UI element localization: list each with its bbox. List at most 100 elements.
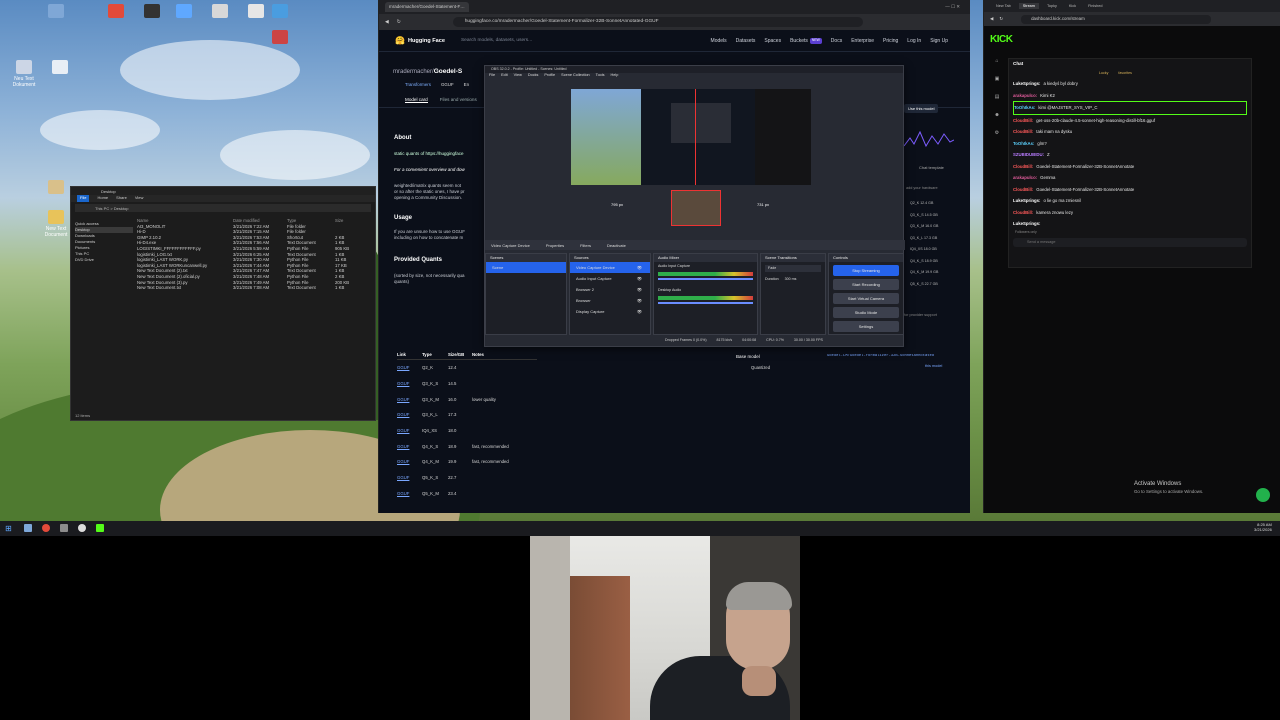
chat-username[interactable]: arakapulco: (1013, 93, 1037, 98)
chat-username[interactable]: LukeSprings: (1013, 221, 1040, 226)
chat-message[interactable]: CloudBill: Goedel-Statement-Formalizer-32… (1013, 184, 1247, 196)
chat-input[interactable]: Send a message (1013, 237, 1247, 247)
kick-logo[interactable]: KICK (990, 34, 1013, 45)
deactivate-button[interactable]: Deactivate (607, 243, 626, 248)
base-model-link[interactable]: Goedel-LM/Goedel-Formalizer-32B-SonnetAn… (827, 354, 955, 358)
tab-files[interactable]: Files and versions (440, 97, 477, 103)
home-icon[interactable]: ⌂ (995, 58, 998, 64)
stop-streaming-button[interactable]: Stop Streaming (833, 265, 899, 276)
explorer-titlebar[interactable]: Desktop (71, 187, 375, 195)
chat-username[interactable]: CloudBill: (1013, 118, 1033, 123)
volume-slider-2[interactable] (658, 302, 753, 304)
users-icon[interactable]: ☻ (994, 112, 999, 118)
browser-tab[interactable]: mradermacher/Goedel-Statement-Formalizer… (385, 2, 469, 12)
kick-help-button[interactable] (1256, 488, 1270, 502)
hardware-quant-item[interactable]: Q3_K_S 14.5 GB (910, 210, 960, 222)
chat-username[interactable]: ToOhIkAs: (1013, 141, 1034, 146)
chat-username[interactable]: CloudBill: (1013, 210, 1033, 215)
cell-link[interactable]: GGUF (397, 397, 422, 402)
obs-menu-item[interactable]: Help (611, 73, 619, 81)
menu-file[interactable]: File (77, 195, 90, 202)
hf-nav-item[interactable]: Enterprise (851, 38, 874, 44)
tag-gguf[interactable]: GGUF (441, 82, 454, 87)
address-bar[interactable]: This PC > Desktop (75, 204, 371, 212)
chat-message[interactable]: LukeSprings: o lie go ma zmiesnil (1013, 195, 1247, 207)
chat-icon[interactable]: ▣ (995, 76, 1000, 82)
source-item[interactable]: Video Capture Device 👁 (570, 262, 650, 273)
chat-username[interactable]: CloudBill: (1013, 187, 1033, 192)
reload-icon[interactable]: ↻ (999, 16, 1003, 22)
window-controls-icon[interactable]: — ☐ ✕ (945, 4, 960, 10)
duration-input[interactable]: 300 ms (785, 277, 797, 281)
start-icon[interactable]: ⊞ (5, 524, 12, 533)
settings-button[interactable]: Settings (833, 321, 899, 332)
kick-tab[interactable]: New Tab (992, 3, 1015, 9)
kick-url-bar[interactable]: dashboard.kick.com/stream (1021, 14, 1212, 24)
chat-username[interactable]: ToOhIkAs: (1014, 105, 1035, 110)
app-taskbar-icon[interactable] (60, 524, 68, 532)
hf-nav-item[interactable]: Spaces (764, 38, 781, 44)
chat-username[interactable]: arakapulco: (1013, 175, 1037, 180)
transition-select[interactable]: Fade (765, 265, 821, 272)
obs-menu-item[interactable]: Scene Collection (561, 73, 590, 81)
hardware-quant-item[interactable]: Q3_K_M 16.0 GB (910, 221, 960, 233)
source-item[interactable]: Browser 2 👁 (570, 284, 650, 295)
desktop-icon[interactable] (40, 60, 80, 76)
chat-message[interactable]: CloudBill: kamera znowu lezy (1013, 207, 1247, 219)
search-input[interactable]: Search models, datasets, users... (461, 38, 532, 43)
kick-tab[interactable]: Topky (1043, 3, 1061, 9)
source-item[interactable]: Browser 👁 (570, 295, 650, 306)
obs-menu-item[interactable]: View (514, 73, 522, 81)
hf-nav-item[interactable]: Sign Up (930, 38, 948, 44)
hardware-quant-item[interactable]: Q5_K_S 22.7 GB (910, 279, 960, 291)
visibility-icon[interactable]: 👁 (637, 276, 642, 281)
obs-taskbar-icon[interactable] (78, 524, 86, 532)
obs-menu-item[interactable]: File (489, 73, 495, 81)
cell-link[interactable]: GGUF (397, 381, 422, 386)
file-row[interactable]: New Text Document.txt 3/21/2026 7:08 AM Te… (71, 285, 375, 291)
source-item[interactable]: Audio Input Capture 👁 (570, 273, 650, 284)
hardware-quant-item[interactable]: Q3_K_L 17.3 GB (910, 233, 960, 245)
sidebar-item[interactable]: DVD Drive (75, 257, 133, 263)
webcam-source-preview[interactable] (671, 190, 721, 226)
hf-nav-item[interactable]: Datasets (736, 38, 756, 44)
visibility-icon[interactable]: 👁 (637, 298, 642, 303)
obs-menu-item[interactable]: Edit (501, 73, 508, 81)
chat-message[interactable]: LukeSprings: a kiedyś byl dobry (1013, 78, 1247, 90)
desktop-icon[interactable] (36, 4, 76, 20)
hf-nav-item[interactable]: Docs (831, 38, 842, 44)
about-text[interactable]: static quants of https://huggingface (394, 151, 489, 157)
hf-brand[interactable]: Hugging Face (408, 38, 445, 44)
taskbar-clock[interactable]: 8:25 AM 3/21/2026 (1254, 522, 1272, 532)
virtual-camera-button[interactable]: Start Virtual Camera (833, 293, 899, 304)
settings-icon[interactable]: ⚙ (995, 130, 999, 136)
kick-tab[interactable]: Finished (1084, 3, 1106, 9)
hf-nav-item[interactable]: Models (711, 38, 727, 44)
hardware-link[interactable]: add your hardware (906, 186, 938, 190)
tag-en[interactable]: En (464, 82, 469, 87)
brave-taskbar-icon[interactable] (42, 524, 50, 532)
obs-preview[interactable] (571, 89, 811, 185)
desktop-icon[interactable] (200, 4, 240, 20)
volume-slider-1[interactable] (658, 278, 753, 280)
chat-message[interactable]: LukeSprings: (1013, 218, 1247, 230)
back-icon[interactable]: ◀ (990, 16, 993, 22)
start-recording-button[interactable]: Start Recording (833, 279, 899, 290)
chat-message[interactable]: ToOhIkAs: glm? (1013, 138, 1247, 150)
pinned-user[interactable]: Lucky (1099, 71, 1108, 75)
kick-taskbar-icon[interactable] (96, 524, 104, 532)
hf-nav-item[interactable]: Pricing (883, 38, 898, 44)
cell-link[interactable]: GGUF (397, 428, 422, 433)
chat-username[interactable]: LukeSprings: (1013, 198, 1040, 203)
hf-logo-icon[interactable]: 🤗 (395, 36, 405, 45)
desktop-icon[interactable] (164, 4, 204, 20)
obs-menu-item[interactable]: Tools (596, 73, 605, 81)
desktop-icon[interactable] (96, 4, 136, 20)
menu-home[interactable]: Home (97, 195, 108, 202)
visibility-icon[interactable]: 👁 (637, 287, 642, 292)
kick-tab[interactable]: Stream (1018, 3, 1039, 9)
chat-template-link[interactable]: Chat template (919, 165, 944, 170)
desktop-icon[interactable] (260, 4, 300, 20)
chat-message[interactable]: arakapulco: Gemma (1013, 172, 1247, 184)
kick-tab[interactable]: Kick (1065, 3, 1080, 9)
